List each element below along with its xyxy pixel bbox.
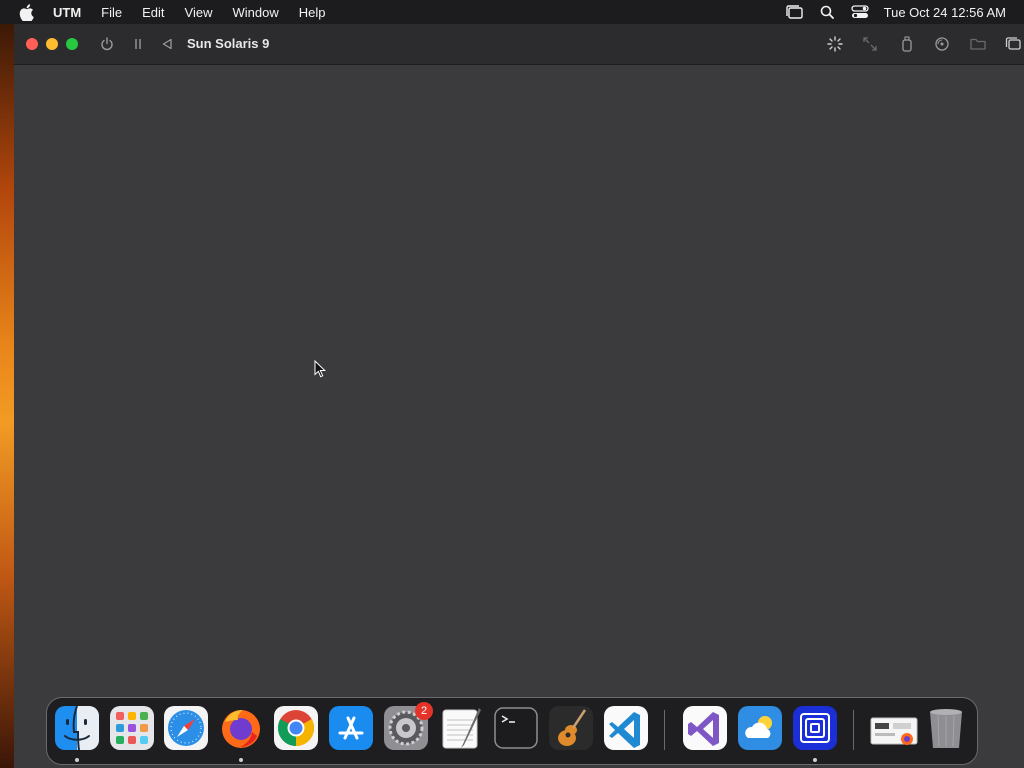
control-center-icon[interactable]	[850, 4, 869, 20]
textedit-dock-icon[interactable]	[439, 706, 483, 750]
launchpad-dock-icon[interactable]	[110, 706, 154, 750]
firefox-dock-icon[interactable]	[219, 706, 263, 750]
dock-separator	[664, 710, 665, 750]
weather-dock-icon[interactable]	[738, 706, 782, 750]
shared-folder-icon[interactable]	[970, 36, 986, 52]
mouse-cursor-icon	[314, 360, 326, 378]
vscode-dock-icon[interactable]	[604, 706, 648, 750]
system-settings-badge: 2	[415, 702, 433, 720]
utm-running-indicator	[813, 758, 817, 762]
windows-switch-icon[interactable]	[1005, 36, 1021, 52]
menu-app-name[interactable]: UTM	[53, 5, 81, 20]
stage-manager-icon[interactable]	[785, 4, 803, 20]
utm-dock-icon[interactable]	[793, 706, 837, 750]
visual-studio-dock-icon[interactable]	[683, 706, 727, 750]
firefox-running-indicator	[239, 758, 243, 762]
menubar-clock[interactable]: Tue Oct 24 12:56 AM	[884, 5, 1006, 20]
vm-display-area[interactable]	[14, 65, 1024, 768]
apple-menu-icon[interactable]	[19, 3, 35, 21]
safari-dock-icon[interactable]	[164, 706, 208, 750]
app-store-dock-icon[interactable]	[329, 706, 373, 750]
finder-running-indicator	[75, 758, 79, 762]
dock-separator-2	[853, 710, 854, 750]
resize-display-icon[interactable]	[862, 36, 878, 52]
dock: 2	[46, 697, 978, 765]
chrome-dock-icon[interactable]	[274, 706, 318, 750]
garageband-dock-icon[interactable]	[549, 706, 593, 750]
window-title: Sun Solaris 9	[187, 36, 270, 51]
terminal-dock-icon[interactable]	[494, 706, 538, 750]
power-icon[interactable]	[99, 36, 115, 52]
spotlight-search-icon[interactable]	[818, 4, 836, 20]
drive-disc-icon[interactable]	[934, 36, 950, 52]
window-titlebar: Sun Solaris 9	[14, 24, 1024, 65]
menu-view[interactable]: View	[185, 5, 213, 20]
menu-file[interactable]: File	[101, 5, 122, 20]
menu-help[interactable]: Help	[299, 5, 326, 20]
display-settings-icon[interactable]	[827, 36, 843, 52]
menu-edit[interactable]: Edit	[142, 5, 164, 20]
trash-dock-icon[interactable]	[924, 706, 968, 750]
restart-back-icon[interactable]	[159, 36, 175, 52]
minimize-window-button[interactable]	[46, 38, 58, 50]
menu-bar: UTM File Edit View Window Help Tue Oct 2…	[0, 0, 1024, 24]
downloads-stack-dock-icon[interactable]	[869, 706, 918, 750]
pause-icon[interactable]	[130, 36, 146, 52]
utm-vm-window: Sun Solaris 9	[14, 24, 1024, 768]
menu-window[interactable]: Window	[232, 5, 278, 20]
usb-device-icon[interactable]	[899, 36, 915, 52]
zoom-window-button[interactable]	[66, 38, 78, 50]
finder-dock-icon[interactable]	[55, 705, 99, 751]
close-window-button[interactable]	[26, 38, 38, 50]
